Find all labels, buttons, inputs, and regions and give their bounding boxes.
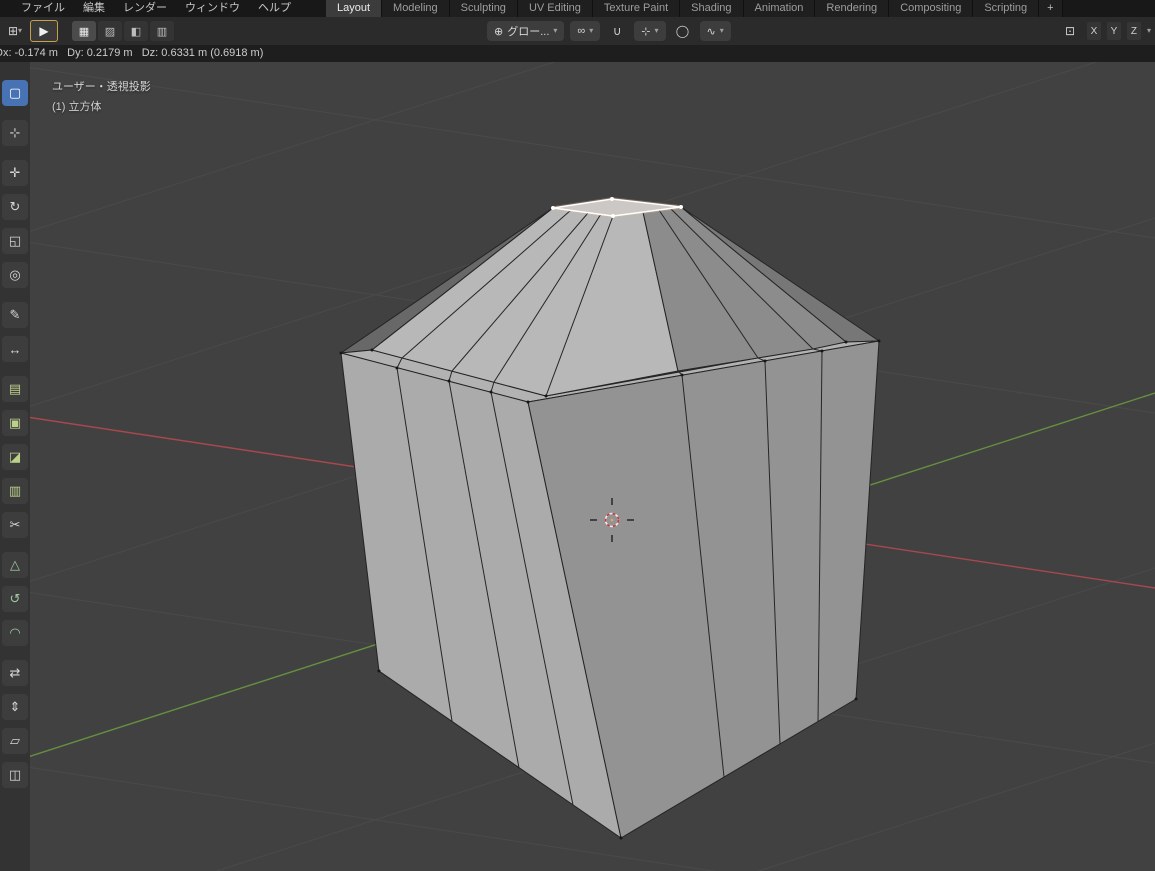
more-options-dropdown[interactable]: ▾ <box>1147 27 1151 35</box>
workspace-tab-modeling[interactable]: Modeling <box>382 0 450 17</box>
workspace-tab-scripting[interactable]: Scripting <box>973 0 1040 17</box>
chevron-down-icon: ▾ <box>589 26 594 35</box>
snap-to-icon: ⊹ <box>641 25 651 38</box>
tool-knife[interactable]: ✂ <box>2 512 28 538</box>
workspace-tab-uv-editing[interactable]: UV Editing <box>517 0 593 17</box>
tool-bevel[interactable]: ◪ <box>2 444 28 470</box>
tool-shear[interactable]: ▱ <box>2 728 28 754</box>
viewport-editor-icon: ⊞ <box>7 24 19 38</box>
workspace-tab-rendering[interactable]: Rendering <box>815 0 890 17</box>
tool-inset-faces[interactable]: ▣ <box>2 410 28 436</box>
orientation-icon: ⊕ <box>494 25 504 38</box>
snap-magnet-toggle[interactable]: ∪ <box>606 21 628 41</box>
tool-smooth[interactable]: ◠ <box>2 620 28 646</box>
blender-window: ファイル 編集 レンダー ウィンドウ ヘルプ Layout Modeling Sculpti… <box>0 0 1155 871</box>
workspace-tabs: Layout Modeling Sculpting UV Editing Texture… <box>326 0 1063 17</box>
viewport-canvas[interactable] <box>0 62 1155 871</box>
view-mode-label: ユーザー・透視投影 <box>52 81 151 93</box>
tool-poly-build[interactable]: △ <box>2 552 28 578</box>
tool-measure[interactable]: ↔ <box>2 336 28 362</box>
orientation-label: グロー... <box>507 26 550 38</box>
mode-toggle-group: ▦ ▨ ◧ ▥ <box>72 21 174 41</box>
select-mode-vertex-toggle[interactable]: ▦ <box>72 21 96 41</box>
menu-item-1[interactable]: 編集 <box>74 0 114 17</box>
tool-scale[interactable]: ◱ <box>2 228 28 254</box>
menu-item-0[interactable]: ファイル <box>12 0 74 17</box>
editor-type-button[interactable]: ⊞ ▾ <box>4 21 26 41</box>
axis-x-toggle[interactable]: X <box>1086 22 1101 40</box>
mesh-cube-house <box>339 197 881 840</box>
xray-toggle[interactable]: ▥ <box>150 21 174 41</box>
link-icon: ∞ <box>577 25 586 37</box>
menu-item-2[interactable]: レンダー <box>114 0 176 17</box>
active-tool-button[interactable]: ▶ <box>30 20 58 42</box>
workspace-tab-layout[interactable]: Layout <box>326 0 383 17</box>
tool-settings-right: ⊡ X Y Z ▾ <box>1059 17 1151 45</box>
top-menubar: ファイル 編集 レンダー ウィンドウ ヘルプ Layout Modeling Sculpti… <box>0 0 1155 17</box>
menu-list: ファイル 編集 レンダー ウィンドウ ヘルプ <box>0 0 300 17</box>
active-object-label: (1) 立方体 <box>52 101 102 113</box>
workspace-tab-compositing[interactable]: Compositing <box>889 0 974 17</box>
tool-settings-bar: ⊞ ▾ ▶ ▦ ▨ ◧ ▥ ⊕ グロー... ▾ ∞ ▾ ∪ ⊹ ▾ ◯ ∿ ▾… <box>0 17 1155 46</box>
tool-settings-left: ⊞ ▾ ▶ ▦ ▨ ◧ ▥ <box>4 17 174 45</box>
chevron-down-icon: ▾ <box>18 26 23 35</box>
workspace-tab-sculpting[interactable]: Sculpting <box>449 0 518 17</box>
menu-item-3[interactable]: ウィンドウ <box>176 0 249 17</box>
overlay-toggle[interactable]: ⊡ <box>1059 21 1081 41</box>
chevron-down-icon: ▾ <box>719 26 724 35</box>
proportional-editing-toggle[interactable]: ◯ <box>672 21 694 41</box>
tool-select-box[interactable]: ▢ <box>2 80 28 106</box>
falloff-dropdown[interactable]: ∿ ▾ <box>699 21 731 41</box>
tool-annotate[interactable]: ✎ <box>2 302 28 328</box>
chevron-down-icon: ▾ <box>654 26 659 35</box>
pivot-point-dropdown[interactable]: ∞ ▾ <box>570 21 601 41</box>
tool-transform[interactable]: ◎ <box>2 262 28 288</box>
tool-column: ▢ ⊹ ✛ ↻ ◱ ◎ ✎ ↔ ▤ ▣ ◪ ▥ ✂ △ ↺ ◠ ⇄ ⇕ ▱ ◫ <box>0 62 30 871</box>
viewport-3d[interactable]: ユーザー・透視投影 (1) 立方体 ▢ ⊹ ✛ ↻ ◱ ◎ ✎ ↔ ▤ ▣ ◪ ▥ ✂ △ ↺ ◠ ⇄ ⇕ ▱ ◫ <box>0 62 1155 871</box>
tool-rip-region[interactable]: ◫ <box>2 762 28 788</box>
tool-spin[interactable]: ↺ <box>2 586 28 612</box>
axis-z-toggle[interactable]: Z <box>1126 22 1141 40</box>
transform-readout: Dx: -0.174 m Dy: 0.2179 m Dz: 0.6331 m (… <box>0 45 1155 62</box>
workspace-tab-animation[interactable]: Animation <box>743 0 816 17</box>
tool-extrude-region[interactable]: ▤ <box>2 376 28 402</box>
falloff-curve-icon: ∿ <box>706 25 716 38</box>
tool-move[interactable]: ✛ <box>2 160 28 186</box>
workspace-tab-texture-paint[interactable]: Texture Paint <box>592 0 681 17</box>
workspace-tab-shading[interactable]: Shading <box>680 0 744 17</box>
axis-y-toggle[interactable]: Y <box>1106 22 1121 40</box>
transform-readout-text: Dx: -0.174 m Dy: 0.2179 m Dz: 0.6331 m (… <box>0 47 264 59</box>
select-mode-face-toggle[interactable]: ◧ <box>124 21 148 41</box>
orientation-dropdown[interactable]: ⊕ グロー... ▾ <box>487 21 565 41</box>
tool-loop-cut[interactable]: ▥ <box>2 478 28 504</box>
tool-settings-center: ⊕ グロー... ▾ ∞ ▾ ∪ ⊹ ▾ ◯ ∿ ▾ <box>487 17 731 45</box>
snap-target-dropdown[interactable]: ⊹ ▾ <box>634 21 666 41</box>
chevron-down-icon: ▾ <box>553 26 558 35</box>
select-mode-edge-toggle[interactable]: ▨ <box>98 21 122 41</box>
tool-rotate[interactable]: ↻ <box>2 194 28 220</box>
tool-shrink-fatten[interactable]: ⇕ <box>2 694 28 720</box>
menu-item-4[interactable]: ヘルプ <box>249 0 300 17</box>
tool-cursor[interactable]: ⊹ <box>2 120 28 146</box>
tool-edge-slide[interactable]: ⇄ <box>2 660 28 686</box>
add-workspace-tab[interactable]: + <box>1039 0 1063 17</box>
